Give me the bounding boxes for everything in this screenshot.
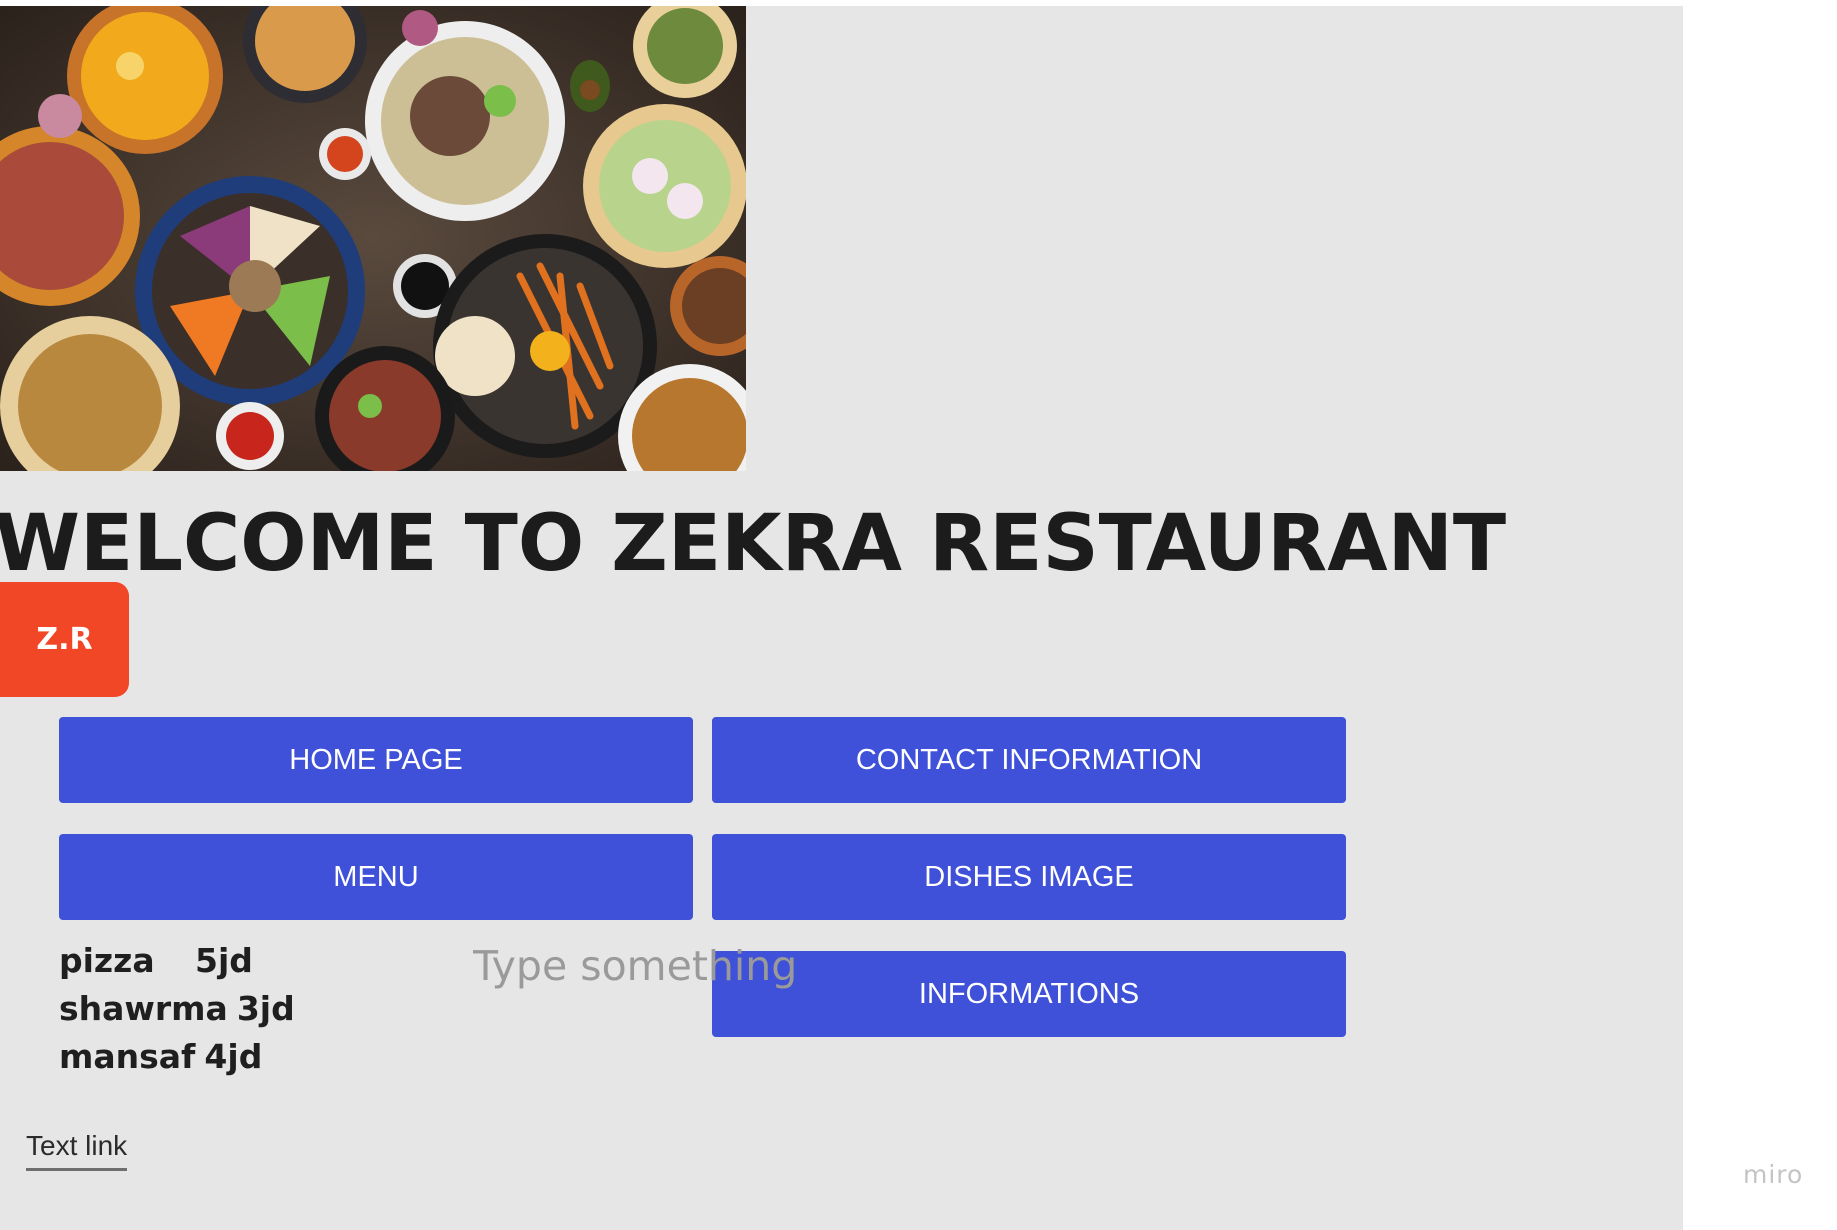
home-page-button[interactable]: HOME PAGE [59,717,693,803]
menu-button[interactable]: MENU [59,834,693,920]
list-item: shawrma 3jd [59,985,295,1033]
menu-price-list: pizza 5jd shawrma 3jd mansaf 4jd [59,937,295,1081]
dish-name: pizza [59,941,155,980]
miro-watermark: miro [1743,1160,1804,1189]
zr-logo: Z.R [0,582,129,697]
dish-name: shawrma [59,989,228,1028]
page-title: WELCOME TO ZEKRA RESTAURANT [0,499,1507,589]
text-link[interactable]: Text link [26,1130,128,1171]
dish-price: 4jd [204,1037,263,1076]
text-input[interactable] [473,938,833,994]
contact-information-button[interactable]: CONTACT INFORMATION [712,717,1346,803]
food-spread-photo [0,6,746,471]
dish-name: mansaf [59,1037,196,1076]
dishes-image-button[interactable]: DISHES IMAGE [712,834,1346,920]
list-item: mansaf 4jd [59,1033,295,1081]
list-item: pizza 5jd [59,937,295,985]
dish-price: 5jd [195,941,253,980]
dish-price: 3jd [236,989,295,1028]
